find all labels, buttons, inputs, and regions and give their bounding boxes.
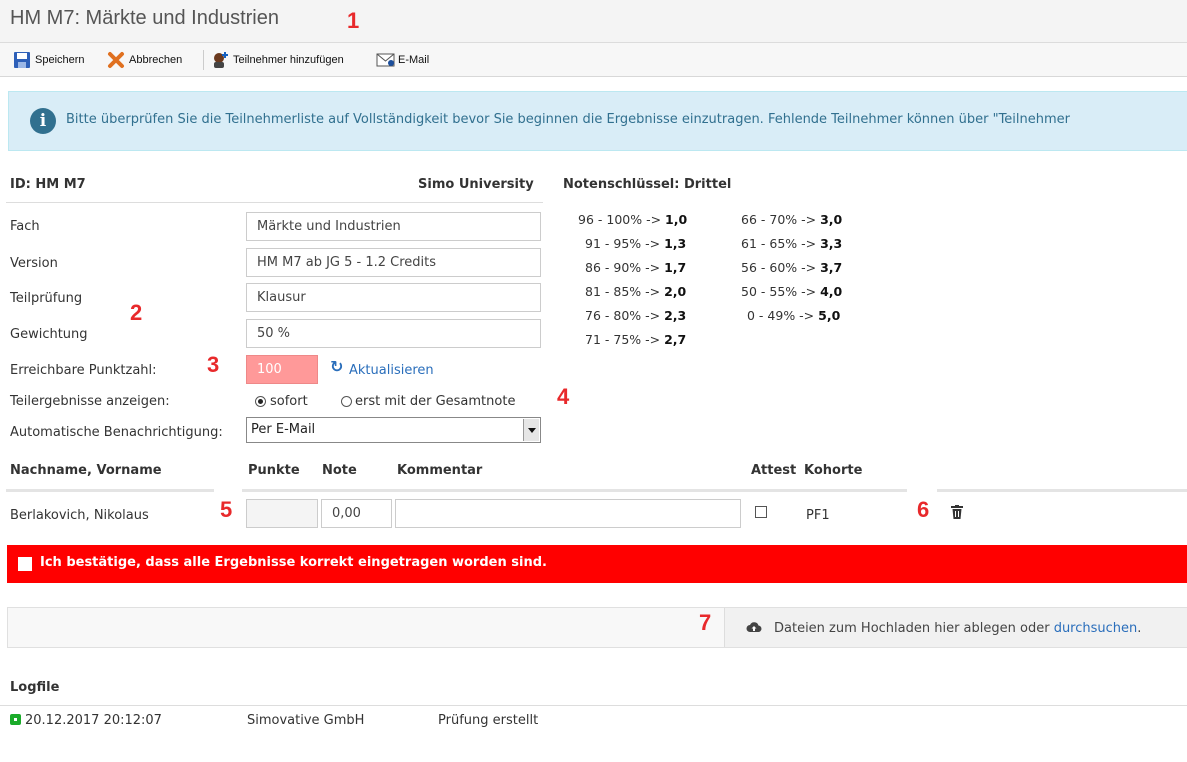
comment-input[interactable] <box>395 499 741 528</box>
cancel-button[interactable]: Abbrechen <box>107 51 182 69</box>
grade-key-row: 96 - 100% -> 1,0 <box>578 212 688 227</box>
max-points-label: Erreichbare Punktzahl: <box>10 363 157 378</box>
grade-input[interactable]: 0,00 <box>321 499 392 528</box>
divider <box>6 202 543 203</box>
log-action: Prüfung erstellt <box>438 713 539 728</box>
email-label: E-Mail <box>398 54 430 66</box>
column-header-name: Nachname, Vorname <box>10 463 162 478</box>
annotation-marker-6: 6 <box>917 497 930 522</box>
confirm-label: Ich bestätige, dass alle Ergebnisse korr… <box>40 555 547 570</box>
field-label-subject: Fach <box>10 219 40 234</box>
log-timestamp: 20.12.2017 20:12:07 <box>25 713 162 728</box>
column-header-attest: Attest <box>751 463 797 478</box>
cohort-value: PF1 <box>806 508 830 523</box>
upload-dropzone[interactable]: Dateien zum Hochladen hier ablegen oder … <box>7 607 1187 648</box>
field-label-weighting: Gewichtung <box>10 327 88 342</box>
refresh-icon[interactable]: ↻ <box>330 357 343 376</box>
cancel-label: Abbrechen <box>129 54 183 66</box>
grade-key-row: 81 - 85% -> 2,0 <box>585 284 687 299</box>
floppy-disk-icon <box>13 51 31 69</box>
radio-immediate-label: sofort <box>270 394 308 409</box>
annotation-marker-2: 2 <box>130 300 143 325</box>
add-user-icon <box>211 51 229 69</box>
version-field[interactable]: HM M7 ab JG 5 - 1.2 Credits <box>246 248 541 277</box>
annotation-marker-4: 4 <box>557 384 570 409</box>
field-label-version: Version <box>10 256 58 271</box>
table-row: Berlakovich, Nikolaus 5 0,00 PF1 6 <box>0 492 1187 536</box>
radio-with-total-label: erst mit der Gesamtnote <box>355 394 516 409</box>
grade-key-row: 61 - 65% -> 3,3 <box>741 236 843 251</box>
university-name: Simo University <box>418 177 534 192</box>
subject-field[interactable]: Märkte und Industrien <box>246 212 541 241</box>
save-button[interactable]: Speichern <box>13 51 85 69</box>
grade-key-row: 0 - 49% -> 5,0 <box>747 308 841 323</box>
points-input[interactable] <box>246 499 318 528</box>
radio-immediate[interactable] <box>255 393 266 409</box>
cancel-icon <box>107 51 125 69</box>
notification-select[interactable]: Per E-Mail <box>246 417 541 443</box>
upload-text: Dateien zum Hochladen hier ablegen oder … <box>774 621 1142 636</box>
divider <box>0 705 1187 706</box>
logfile-title: Logfile <box>10 680 60 695</box>
page-title: HM M7: Märkte und Industrien <box>10 7 279 29</box>
grade-key-row: 76 - 80% -> 2,3 <box>585 308 687 323</box>
part-exam-field[interactable]: Klausur <box>246 283 541 312</box>
annotation-marker-5: 5 <box>220 497 233 522</box>
show-results-label: Teilergebnisse anzeigen: <box>10 394 170 409</box>
save-label: Speichern <box>35 54 85 66</box>
exam-id: ID: HM M7 <box>10 177 86 192</box>
add-participant-button[interactable]: Teilnehmer hinzufügen <box>211 51 344 69</box>
browse-link[interactable]: durchsuchen <box>1054 621 1138 636</box>
radio-with-total[interactable] <box>341 393 352 409</box>
participant-name: Berlakovich, Nikolaus <box>10 508 149 523</box>
confirm-checkbox[interactable] <box>18 557 32 571</box>
grade-key-row: 71 - 75% -> 2,7 <box>585 332 687 347</box>
info-message: Bitte überprüfen Sie die Teilnehmerliste… <box>66 112 1071 127</box>
weighting-field[interactable]: 50 % <box>246 319 541 348</box>
grade-key-row: 56 - 60% -> 3,7 <box>741 260 843 275</box>
column-header-cohort: Kohorte <box>804 463 863 478</box>
annotation-marker-3: 3 <box>207 352 220 377</box>
column-header-grade: Note <box>322 463 357 478</box>
column-header-comment: Kommentar <box>397 463 483 478</box>
column-header-points: Punkte <box>248 463 300 478</box>
title-bar: HM M7: Märkte und Industrien <box>0 0 1187 43</box>
grade-key-row: 50 - 55% -> 4,0 <box>741 284 843 299</box>
chevron-down-icon[interactable] <box>523 419 539 441</box>
annotation-marker-1: 1 <box>347 8 360 33</box>
attest-checkbox[interactable] <box>755 506 767 518</box>
status-dot-icon <box>10 714 21 725</box>
annotation-marker-7: 7 <box>699 610 712 635</box>
notification-label: Automatische Benachrichtigung: <box>10 425 223 440</box>
field-label-part-exam: Teilprüfung <box>10 291 83 306</box>
mail-icon <box>376 51 395 69</box>
refresh-link[interactable]: Aktualisieren <box>349 363 434 378</box>
confirmation-bar: Ich bestätige, dass alle Ergebnisse korr… <box>7 545 1187 583</box>
log-user: Simovative GmbH <box>247 713 365 728</box>
cloud-upload-icon <box>746 620 762 638</box>
notification-value: Per E-Mail <box>251 422 316 437</box>
grade-key-row: 86 - 90% -> 1,7 <box>585 260 687 275</box>
trash-icon[interactable] <box>951 505 963 523</box>
email-button[interactable]: E-Mail <box>376 51 429 69</box>
add-participant-label: Teilnehmer hinzufügen <box>233 54 344 66</box>
toolbar-separator <box>203 50 204 70</box>
grade-key-row: 91 - 95% -> 1,3 <box>585 236 687 251</box>
grade-key-title: Notenschlüssel: Drittel <box>563 177 732 192</box>
grade-key-row: 66 - 70% -> 3,0 <box>741 212 843 227</box>
toolbar: Speichern Abbrechen Teilnehmer hinzufüge… <box>0 43 1187 77</box>
max-points-input[interactable]: 100 <box>246 355 318 384</box>
info-icon: i <box>30 108 56 134</box>
info-alert: i Bitte überprüfen Sie die Teilnehmerlis… <box>8 91 1187 151</box>
